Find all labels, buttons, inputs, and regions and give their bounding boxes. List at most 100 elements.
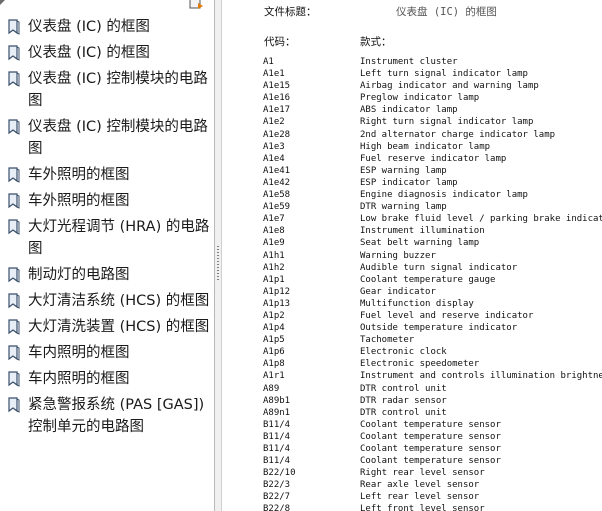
component-description: Engine diagnosis indicator lamp	[360, 190, 528, 201]
bookmark-icon	[8, 71, 20, 87]
bookmark-item[interactable]: 制动灯的电路图	[0, 264, 214, 286]
component-description: Coolant temperature gauge	[360, 274, 496, 285]
bookmark-item[interactable]: 车外照明的框图	[0, 190, 214, 212]
bookmark-item[interactable]: 车外照明的框图	[0, 164, 214, 186]
component-code: A1h2	[263, 262, 285, 273]
bookmark-item[interactable]: 仪表盘 (IC) 的框图	[0, 16, 214, 38]
component-description: Rear axle level sensor	[360, 480, 480, 491]
component-code: A1h1	[263, 250, 285, 261]
bookmark-icon	[8, 371, 20, 387]
panel-splitter[interactable]	[215, 0, 222, 511]
component-description: Instrument illumination	[360, 226, 485, 237]
component-code: A1e16	[263, 93, 291, 104]
component-description: Coolant temperature sensor	[360, 431, 501, 442]
component-description: ABS indicator lamp	[360, 105, 458, 116]
component-description: Electronic speedometer	[360, 359, 480, 370]
component-code: A1e28	[263, 129, 291, 140]
bookmark-icon	[8, 193, 20, 209]
component-code: A1r1	[263, 371, 285, 382]
bookmark-label: 仪表盘 (IC) 控制模块的电路图	[28, 71, 208, 109]
bookmark-item[interactable]: 大灯清洁系统 (HCS) 的框图	[0, 290, 214, 312]
component-code: A89	[263, 383, 280, 394]
component-description: ESP warning lamp	[360, 165, 447, 176]
component-code: B11/4	[263, 456, 291, 467]
table-row: A1p2 Fuel level and reserve indicator	[222, 310, 602, 322]
table-row: B11/4 Coolant temperature sensor	[222, 443, 602, 455]
component-description: Coolant temperature sensor	[360, 444, 501, 454]
table-row: A1e41 ESP warning lamp	[222, 165, 602, 177]
component-code: A1e41	[263, 165, 291, 176]
component-code: A1e3	[263, 141, 285, 152]
table-row: A1e58 Engine diagnosis indicator lamp	[222, 189, 602, 201]
bookmark-icon	[8, 167, 20, 183]
component-code: B11/4	[263, 431, 291, 442]
bookmark-label: 大灯光程调节 (HRA) 的电路图	[28, 219, 210, 257]
component-code: A1p5	[263, 335, 285, 346]
table-row: A89 DTR control unit	[222, 383, 602, 395]
splitter-grip-icon[interactable]	[217, 246, 219, 280]
component-code: A1e2	[263, 117, 285, 128]
table-row: A1p12 Gear indicator	[222, 286, 602, 298]
bookmark-icon	[8, 45, 20, 61]
bookmark-label: 大灯清洁系统 (HCS) 的框图	[28, 293, 210, 309]
component-code: B22/10	[263, 468, 296, 479]
bookmark-icon	[8, 267, 20, 283]
table-row: A89b1 DTR radar sensor	[222, 395, 602, 407]
component-description: Airbag indicator and warning lamp	[360, 81, 539, 92]
bookmark-label: 车内照明的框图	[28, 371, 130, 387]
component-description: DTR control unit	[360, 383, 447, 394]
bookmark-label: 制动灯的电路图	[28, 267, 130, 283]
code-header: 代码：	[264, 36, 296, 48]
bookmark-label: 车外照明的框图	[28, 193, 130, 209]
table-row: A1e59 DTR warning lamp	[222, 201, 602, 213]
component-code: A1p12	[263, 286, 291, 297]
component-description: High beam indicator lamp	[360, 141, 491, 152]
bookmark-item[interactable]: 仪表盘 (IC) 控制模块的电路图	[0, 116, 214, 160]
bookmark-label: 车外照明的框图	[28, 167, 130, 183]
title-value: 仪表盘 (IC) 的框图	[396, 6, 497, 18]
bookmark-item[interactable]: 仪表盘 (IC) 的框图	[0, 42, 214, 64]
component-description: Coolant temperature sensor	[360, 419, 501, 430]
bookmark-item[interactable]: 大灯光程调节 (HRA) 的电路图	[0, 216, 214, 260]
component-description: Seat belt warning lamp	[360, 238, 480, 249]
table-row: B11/4 Coolant temperature sensor	[222, 455, 602, 467]
table-row: B22/8 Left front level sensor	[222, 503, 602, 511]
bookmark-label: 紧急警报系统 (PAS [GAS]) 控制单元的电路图	[28, 397, 205, 435]
table-row: A1e42 ESP indicator lamp	[222, 177, 602, 189]
bookmark-item[interactable]: 车内照明的框图	[0, 342, 214, 364]
component-code: A1e4	[263, 153, 285, 164]
component-description: Fuel reserve indicator lamp	[360, 153, 507, 164]
component-description: Outside temperature indicator	[360, 323, 518, 334]
table-row: A1e15 Airbag indicator and warning lamp	[222, 80, 602, 92]
component-code: A1p13	[263, 298, 291, 309]
bookmark-options-icon[interactable]	[188, 0, 204, 10]
bookmark-icon	[8, 293, 20, 309]
table-row: A1e9 Seat belt warning lamp	[222, 237, 602, 249]
bookmark-item[interactable]: 车内照明的框图	[0, 368, 214, 390]
bookmark-label: 仪表盘 (IC) 的框图	[28, 45, 150, 61]
bookmark-item[interactable]: 仪表盘 (IC) 控制模块的电路图	[0, 68, 214, 112]
component-description: Audible turn signal indicator	[360, 262, 518, 273]
bookmark-item[interactable]: 大灯清洗装置 (HCS) 的框图	[0, 316, 214, 338]
title-label: 文件标题：	[264, 6, 317, 18]
table-row: B22/10 Right rear level sensor	[222, 467, 602, 479]
table-row: A1e3 High beam indicator lamp	[222, 141, 602, 153]
component-description: Right turn signal indicator lamp	[360, 117, 534, 128]
component-description: 2nd alternator charge indicator lamp	[360, 129, 556, 140]
table-row: B11/4 Coolant temperature sensor	[222, 431, 602, 443]
component-description: Warning buzzer	[360, 250, 436, 261]
component-code: B11/4	[263, 444, 291, 454]
collapse-arrow-icon[interactable]	[0, 0, 5, 5]
component-description: Right rear level sensor	[360, 468, 485, 479]
table-row: A1e17 ABS indicator lamp	[222, 104, 602, 116]
table-row: A1p1 Coolant temperature gauge	[222, 274, 602, 286]
document-page: 文件标题： 仪表盘 (IC) 的框图 代码： 款式： A1 Instrument …	[222, 0, 602, 511]
component-description: DTR control unit	[360, 407, 447, 418]
component-code: A1e42	[263, 177, 291, 188]
table-row: A1e2 Right turn signal indicator lamp	[222, 116, 602, 128]
component-description: Low brake fluid level / parking brake in…	[360, 214, 602, 225]
bookmark-item[interactable]: 紧急警报系统 (PAS [GAS]) 控制单元的电路图	[0, 394, 214, 438]
table-row: A1e8 Instrument illumination	[222, 225, 602, 237]
bookmark-label: 仪表盘 (IC) 控制模块的电路图	[28, 119, 208, 157]
component-code: A1e17	[263, 105, 291, 116]
